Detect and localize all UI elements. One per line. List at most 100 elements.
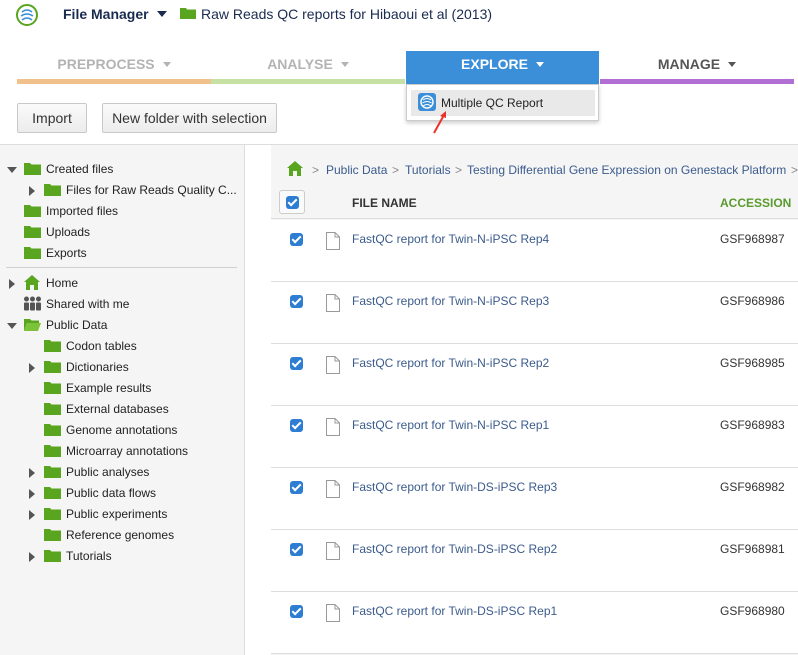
row-checkbox[interactable] <box>290 357 303 370</box>
expand-arrow-icon[interactable] <box>29 363 35 373</box>
file-name-link[interactable]: FastQC report for Twin-N-iPSC Rep1 <box>352 418 549 432</box>
sidebar-item-imported-files[interactable]: Imported files <box>0 202 240 222</box>
row-checkbox[interactable] <box>290 419 303 432</box>
sidebar-item-label: Genome annotations <box>66 423 178 437</box>
select-all-checkbox-wrapper[interactable] <box>279 190 305 214</box>
sidebar-item-label: Public analyses <box>66 465 150 479</box>
home-icon[interactable] <box>287 161 303 176</box>
collapse-arrow-icon[interactable] <box>7 323 17 329</box>
sidebar-item-public-data[interactable]: Public Data <box>0 316 240 336</box>
chevron-down-icon <box>156 11 167 17</box>
row-checkbox[interactable] <box>290 295 303 308</box>
folder-icon <box>44 529 61 541</box>
file-name-link[interactable]: FastQC report for Twin-DS-iPSC Rep1 <box>352 604 557 618</box>
accession-cell: GSF968981 <box>720 542 785 556</box>
table-row[interactable]: FastQC report for Twin-N-iPSC Rep3 GSF96… <box>271 282 798 344</box>
breadcrumb-item-public-data[interactable]: Public Data <box>326 163 387 177</box>
tab-manage[interactable]: MANAGE <box>600 51 794 84</box>
file-name-link[interactable]: FastQC report for Twin-N-iPSC Rep2 <box>352 356 549 370</box>
sidebar-item-label: Dictionaries <box>66 360 129 374</box>
expand-arrow-icon[interactable] <box>29 489 35 499</box>
sidebar-item-external-databases[interactable]: External databases <box>0 400 240 420</box>
accession-cell: GSF968980 <box>720 604 785 618</box>
sidebar-item-label: Uploads <box>46 225 91 239</box>
folder-icon <box>44 445 61 457</box>
breadcrumb-item-tutorials[interactable]: Tutorials <box>405 163 451 177</box>
chevron-down-icon <box>162 62 171 67</box>
select-all-checkbox[interactable] <box>286 196 299 209</box>
table-row[interactable]: FastQC report for Twin-N-iPSC Rep4 GSF96… <box>271 220 798 282</box>
tab-label: PREPROCESS <box>57 56 155 72</box>
tab-analyse[interactable]: ANALYSE <box>211 51 405 84</box>
sidebar-item-microarray-annotations[interactable]: Microarray annotations <box>0 442 240 462</box>
table-row[interactable]: FastQC report for Twin-N-iPSC Rep1 GSF96… <box>271 406 798 468</box>
row-checkbox[interactable] <box>290 605 303 618</box>
tab-color-bar <box>211 79 405 84</box>
main-nav: PREPROCESS ANALYSE EXPLORE MANAGE <box>17 51 794 84</box>
sidebar-item-public-analyses[interactable]: Public analyses <box>0 463 240 483</box>
tab-preprocess[interactable]: PREPROCESS <box>17 51 211 84</box>
sidebar-item-reference-genomes[interactable]: Reference genomes <box>0 526 240 546</box>
sidebar-item-label: Public Data <box>46 318 108 332</box>
table-row[interactable]: FastQC report for Twin-DS-iPSC Rep1 GSF9… <box>271 592 798 654</box>
sidebar-item-files-for-raw-reads[interactable]: Files for Raw Reads Quality C... <box>0 181 240 201</box>
tab-explore[interactable]: EXPLORE <box>406 51 599 84</box>
table-row[interactable]: FastQC report for Twin-DS-iPSC Rep2 GSF9… <box>271 530 798 592</box>
folder-icon <box>24 163 41 175</box>
sidebar-item-label: Microarray annotations <box>66 444 189 458</box>
file-manager-menu[interactable]: File Manager <box>63 6 167 22</box>
sidebar-item-public-data-flows[interactable]: Public data flows <box>0 484 240 504</box>
file-name-link[interactable]: FastQC report for Twin-N-iPSC Rep3 <box>352 294 549 308</box>
expand-arrow-icon[interactable] <box>29 552 35 562</box>
tab-color-bar <box>600 79 794 84</box>
folder-icon <box>44 340 61 352</box>
column-header-file-name[interactable]: FILE NAME <box>352 196 417 210</box>
sidebar-item-codon-tables[interactable]: Codon tables <box>0 337 240 357</box>
new-folder-with-selection-button[interactable]: New folder with selection <box>102 103 277 133</box>
expand-arrow-icon[interactable] <box>29 186 35 196</box>
sidebar-item-shared-with-me[interactable]: Shared with me <box>0 295 240 315</box>
row-checkbox[interactable] <box>290 233 303 246</box>
sidebar-item-uploads[interactable]: Uploads <box>0 223 240 243</box>
home-icon <box>24 275 40 290</box>
sidebar-item-example-results[interactable]: Example results <box>0 379 240 399</box>
file-browser-panel: > Public Data > Tutorials > Testing Diff… <box>271 145 798 655</box>
folder-icon <box>44 466 61 478</box>
folder-icon <box>44 382 61 394</box>
file-icon <box>326 604 340 622</box>
folder-icon <box>44 487 61 499</box>
breadcrumb: > Public Data > Tutorials > Testing Diff… <box>271 161 798 181</box>
expand-arrow-icon[interactable] <box>9 279 15 289</box>
sidebar-item-home[interactable]: Home <box>0 274 240 294</box>
open-folder-icon <box>24 319 41 331</box>
expand-arrow-icon[interactable] <box>29 468 35 478</box>
file-name-link[interactable]: FastQC report for Twin-N-iPSC Rep4 <box>352 232 549 246</box>
column-header-accession[interactable]: ACCESSION <box>720 196 791 210</box>
file-icon <box>326 542 340 560</box>
sidebar-item-label: Public experiments <box>66 507 168 521</box>
table-header: FILE NAME ACCESSION <box>271 187 798 219</box>
sidebar-item-exports[interactable]: Exports <box>0 244 240 264</box>
file-name-link[interactable]: FastQC report for Twin-DS-iPSC Rep2 <box>352 542 557 556</box>
file-icon <box>326 356 340 374</box>
file-icon <box>326 418 340 436</box>
chevron-down-icon <box>535 62 544 67</box>
folder-icon <box>44 184 61 196</box>
collapse-arrow-icon[interactable] <box>7 167 17 173</box>
genestack-logo-icon[interactable] <box>16 4 38 26</box>
folder-icon <box>24 247 41 259</box>
file-name-link[interactable]: FastQC report for Twin-DS-iPSC Rep3 <box>352 480 557 494</box>
breadcrumb-item-testing-dge[interactable]: Testing Differential Gene Expression on … <box>467 163 786 177</box>
table-row[interactable]: FastQC report for Twin-DS-iPSC Rep3 GSF9… <box>271 468 798 530</box>
sidebar-item-tutorials[interactable]: Tutorials <box>0 547 240 567</box>
sidebar-item-public-experiments[interactable]: Public experiments <box>0 505 240 525</box>
import-button[interactable]: Import <box>17 103 87 133</box>
table-row[interactable]: FastQC report for Twin-N-iPSC Rep2 GSF96… <box>271 344 798 406</box>
expand-arrow-icon[interactable] <box>29 510 35 520</box>
row-checkbox[interactable] <box>290 543 303 556</box>
page-title: Raw Reads QC reports for Hibaoui et al (… <box>201 6 493 22</box>
row-checkbox[interactable] <box>290 481 303 494</box>
sidebar-item-created-files[interactable]: Created files <box>0 160 240 180</box>
sidebar-item-genome-annotations[interactable]: Genome annotations <box>0 421 240 441</box>
sidebar-item-dictionaries[interactable]: Dictionaries <box>0 358 240 378</box>
